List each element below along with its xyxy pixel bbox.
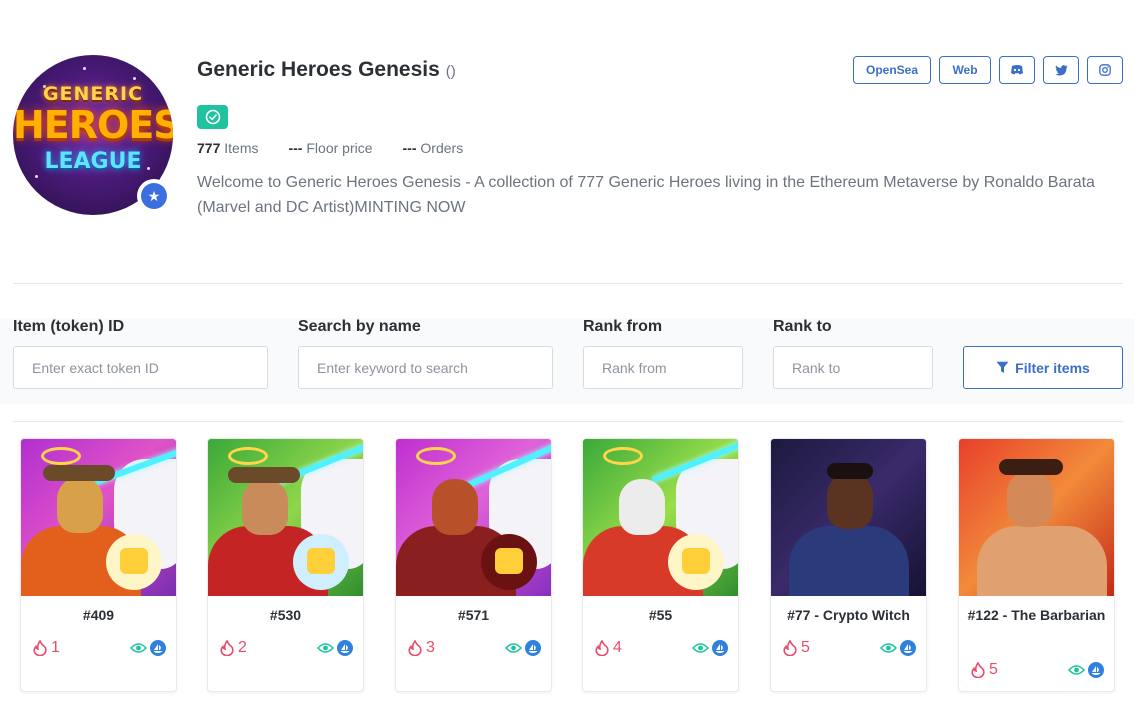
stat-floor-price: --- Floor price [288,140,373,156]
item-image [21,439,176,596]
collection-stats: 777 Items --- Floor price --- Orders [197,140,463,156]
item-rank: 5 [971,661,998,679]
verified-star-badge: ★ [137,179,171,213]
avatar-logo-line2: HEROES [13,103,173,147]
opensea-icon[interactable] [1088,662,1104,678]
instagram-link-button[interactable] [1087,56,1123,84]
item-name: #77 - Crypto Witch [787,607,910,623]
search-name-label: Search by name [298,318,421,335]
fire-icon [595,640,609,656]
discord-icon [1011,65,1023,75]
twitter-icon [1054,64,1067,76]
stat-orders: --- Orders [402,140,464,156]
item-name: #122 - The Barbarian [967,607,1106,623]
header-divider [13,283,1123,284]
discord-link-button[interactable] [999,56,1035,84]
item-rank: 3 [408,639,435,657]
stat-items: 777 Items [197,140,259,156]
item-rank: 5 [783,639,810,657]
twitter-link-button[interactable] [1043,56,1079,84]
eye-icon[interactable] [130,642,147,654]
item-name: #55 [648,607,673,623]
fire-icon [33,640,47,656]
eye-icon[interactable] [1068,664,1085,676]
item-card[interactable]: #122 - The Barbarian 5 [958,438,1115,692]
collection-title-suffix: () [445,63,456,80]
filter-divider [13,421,1123,422]
filter-items-button[interactable]: Filter items [963,346,1123,389]
external-links: OpenSea Web [853,56,1123,84]
web-link-button[interactable]: Web [939,56,991,84]
fire-icon [971,662,985,678]
fire-icon [783,640,797,656]
item-rank: 2 [220,639,247,657]
search-name-input[interactable]: Enter keyword to search [298,346,553,389]
opensea-icon[interactable] [525,640,541,656]
rank-to-input[interactable]: Rank to [773,346,933,389]
verified-check-badge [197,105,228,129]
item-card[interactable]: #409 1 [20,438,177,692]
instagram-icon [1099,64,1111,76]
item-image [959,439,1114,596]
collection-title: Generic Heroes Genesis [197,58,440,81]
rank-from-label: Rank from [583,318,663,335]
fire-icon [408,640,422,656]
opensea-icon[interactable] [712,640,728,656]
rank-to-label: Rank to [773,318,832,335]
fire-icon [220,640,234,656]
filter-icon [996,361,1009,373]
item-card[interactable]: #55 4 [582,438,739,692]
item-image [396,439,551,596]
opensea-icon[interactable] [337,640,353,656]
collection-avatar: GENERIC HEROES LEAGUE ★ [13,55,173,215]
item-rank: 1 [33,639,60,657]
token-id-label: Item (token) ID [13,318,125,335]
item-card[interactable]: #77 - Crypto Witch 5 [770,438,927,692]
item-image [771,439,926,596]
star-icon: ★ [141,183,167,209]
avatar-logo-line3: LEAGUE [44,149,142,174]
eye-icon[interactable] [505,642,522,654]
token-id-input[interactable]: Enter exact token ID [13,346,268,389]
filter-items-label: Filter items [1015,359,1090,376]
item-image [583,439,738,596]
item-card[interactable]: #571 3 [395,438,552,692]
opensea-link-button[interactable]: OpenSea [853,56,931,84]
avatar-logo-line1: GENERIC [42,83,144,105]
item-name: #530 [269,607,302,623]
item-name: #571 [457,607,490,623]
eye-icon[interactable] [317,642,334,654]
item-name: #409 [82,607,115,623]
opensea-icon[interactable] [900,640,916,656]
item-card[interactable]: #530 2 [207,438,364,692]
rank-from-input[interactable]: Rank from [583,346,743,389]
eye-icon[interactable] [880,642,897,654]
opensea-icon[interactable] [150,640,166,656]
collection-description: Welcome to Generic Heroes Genesis - A co… [197,174,1095,216]
eye-icon[interactable] [692,642,709,654]
item-rank: 4 [595,639,622,657]
check-circle-icon [205,109,220,125]
item-image [208,439,363,596]
